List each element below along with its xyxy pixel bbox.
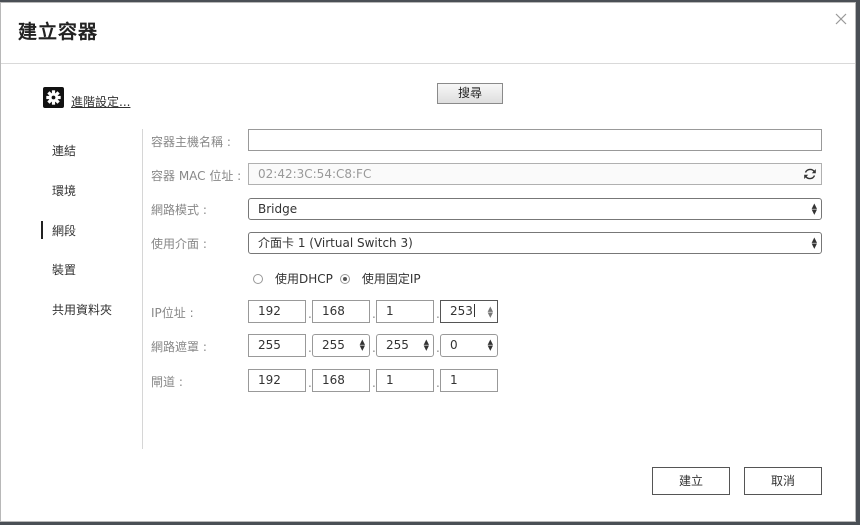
gateway-octet-1[interactable]: 192 [248, 369, 306, 392]
mac-label: 容器 MAC 位址 : [151, 169, 242, 183]
gateway-octet-2[interactable]: 168 [312, 369, 370, 392]
nav-item-device[interactable]: 裝置 [52, 261, 76, 278]
gateway-label: 閘道 : [151, 375, 183, 389]
create-container-dialog: 建立容器 進階設定... 搜尋 連結 環境 網段 裝置 共用資料夾 容器主機名稱… [0, 2, 856, 522]
cancel-button[interactable]: 取消 [744, 467, 822, 495]
search-button[interactable]: 搜尋 [437, 83, 503, 104]
nav-active-indicator [41, 221, 43, 239]
ip-mode-radio-group: 使用DHCP 使用固定IP [253, 270, 421, 287]
hostname-input[interactable] [248, 129, 822, 151]
nav-item-shared-folder[interactable]: 共用資料夾 [52, 301, 112, 318]
netmask-octet-3[interactable]: 255 ▲ ▼ [376, 334, 434, 357]
dialog-title: 建立容器 [18, 21, 99, 43]
static-ip-label: 使用固定IP [361, 272, 421, 286]
text-cursor [473, 304, 475, 317]
nav-divider [142, 129, 143, 449]
network-mode-value: Bridge [258, 202, 298, 216]
nav-item-network[interactable]: 網段 [52, 222, 76, 239]
static-ip-radio[interactable] [339, 273, 350, 284]
network-mode-select[interactable]: Bridge ▲ ▼ [248, 198, 822, 220]
ip-octet-4[interactable]: 253 ▲ ▼ [440, 300, 498, 323]
ip-octet-4-value: 253 [450, 304, 473, 318]
netmask-octet-3-value: 255 [386, 338, 409, 352]
select-arrows-icon: ▲ ▼ [811, 236, 817, 250]
close-icon[interactable] [833, 11, 849, 27]
select-arrows-icon: ▲ ▼ [811, 202, 817, 216]
create-button[interactable]: 建立 [652, 467, 730, 495]
netmask-label: 網路遮罩 : [151, 340, 207, 354]
dialog-header: 建立容器 [1, 3, 855, 64]
network-mode-label: 網路模式 : [151, 203, 207, 217]
interface-label: 使用介面 : [151, 237, 207, 251]
netmask-octet-2-value: 255 [322, 338, 345, 352]
nav-item-link[interactable]: 連結 [52, 142, 76, 159]
advanced-settings: 進階設定... [43, 85, 130, 110]
ip-octet-3[interactable]: 1 [376, 300, 434, 323]
interface-value: 介面卡 1 (Virtual Switch 3) [258, 236, 413, 250]
netmask-octet-4-value: 0 [450, 338, 458, 352]
nav-item-environment[interactable]: 環境 [52, 182, 76, 199]
gateway-octet-3[interactable]: 1 [376, 369, 434, 392]
mac-value: 02:42:3C:54:C8:FC [258, 167, 372, 181]
gear-icon[interactable] [43, 87, 64, 108]
advanced-settings-link[interactable]: 進階設定... [71, 93, 130, 110]
select-arrows-icon: ▲ ▼ [423, 338, 429, 352]
select-arrows-icon: ▲ ▼ [359, 338, 365, 352]
dhcp-radio[interactable] [253, 273, 263, 284]
ip-octet-2[interactable]: 168 [312, 300, 370, 323]
dhcp-label: 使用DHCP [275, 272, 333, 286]
hostname-label: 容器主機名稱 : [151, 135, 231, 149]
spinner-icon[interactable]: ▲ ▼ [488, 306, 493, 319]
netmask-octet-4[interactable]: 0 ▲ ▼ [440, 334, 498, 357]
netmask-octet-1[interactable]: 255 [248, 334, 306, 357]
ip-label: IP位址 : [151, 306, 194, 320]
refresh-icon[interactable] [803, 167, 817, 181]
gateway-octet-4[interactable]: 1 [440, 369, 498, 392]
mac-input[interactable]: 02:42:3C:54:C8:FC [248, 163, 822, 185]
ip-octet-1[interactable]: 192 [248, 300, 306, 323]
select-arrows-icon: ▲ ▼ [487, 338, 493, 352]
netmask-octet-2[interactable]: 255 ▲ ▼ [312, 334, 370, 357]
interface-select[interactable]: 介面卡 1 (Virtual Switch 3) ▲ ▼ [248, 232, 822, 254]
